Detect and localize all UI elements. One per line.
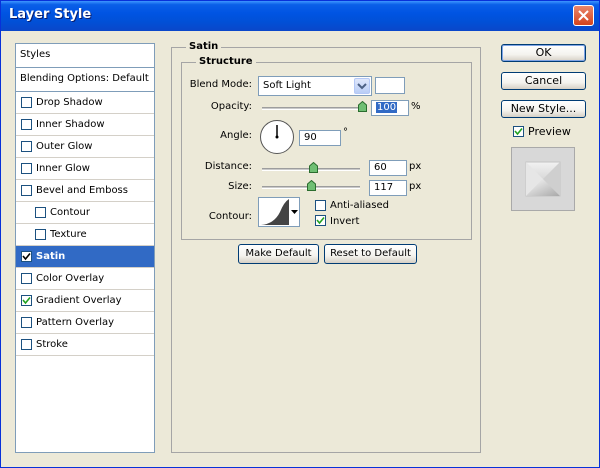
angle-dial[interactable]	[260, 120, 294, 154]
angle-input[interactable]: 90	[299, 130, 341, 146]
new-style-button[interactable]: New Style...	[501, 100, 586, 118]
gradient-overlay-checkbox[interactable]	[21, 295, 32, 306]
style-item-color-overlay[interactable]: Color Overlay	[16, 268, 154, 290]
style-item-bevel-and-emboss[interactable]: Bevel and Emboss	[16, 180, 154, 202]
color-overlay-checkbox[interactable]	[21, 273, 32, 284]
blend-mode-value: Soft Light	[263, 80, 311, 91]
dialog-body: Styles Blending Options: Default Drop Sh…	[4, 31, 596, 465]
anti-aliased-label[interactable]: Anti-aliased	[330, 200, 389, 211]
angle-indicator	[275, 125, 279, 139]
close-button[interactable]	[573, 5, 594, 26]
outer-glow-checkbox[interactable]	[21, 141, 32, 152]
title-bar[interactable]: Layer Style	[1, 1, 599, 31]
opacity-unit: %	[411, 101, 421, 112]
distance-unit: px	[409, 161, 422, 172]
satin-color-swatch[interactable]	[375, 77, 405, 94]
style-item-label: Drop Shadow	[36, 97, 103, 108]
chevron-down-icon[interactable]	[290, 198, 299, 226]
style-item-texture[interactable]: Texture	[16, 224, 154, 246]
window-title: Layer Style	[9, 7, 92, 22]
inner-glow-checkbox[interactable]	[21, 163, 32, 174]
distance-label: Distance:	[204, 161, 252, 172]
style-item-stroke[interactable]: Stroke	[16, 334, 154, 356]
style-item-label: Gradient Overlay	[36, 295, 122, 306]
pattern-overlay-checkbox[interactable]	[21, 317, 32, 328]
preview-thumbnail	[512, 148, 574, 210]
blend-mode-select[interactable]: Soft Light	[258, 76, 372, 96]
drop-shadow-checkbox[interactable]	[21, 97, 32, 108]
layer-style-window: Layer Style Styles Blending Options: Def…	[0, 0, 600, 468]
style-item-outer-glow[interactable]: Outer Glow	[16, 136, 154, 158]
bevel-and-emboss-checkbox[interactable]	[21, 185, 32, 196]
size-label: Size:	[228, 181, 252, 192]
contour-checkbox[interactable]	[35, 207, 46, 218]
stroke-checkbox[interactable]	[21, 339, 32, 350]
cancel-button[interactable]: Cancel	[501, 72, 586, 90]
preview-label[interactable]: Preview	[528, 125, 571, 138]
contour-picker[interactable]	[258, 197, 300, 227]
contour-curve-icon	[261, 199, 289, 225]
angle-unit: °	[343, 127, 348, 138]
check-icon	[514, 127, 523, 136]
chevron-down-icon[interactable]	[354, 78, 370, 94]
style-preview	[511, 147, 575, 211]
opacity-slider-thumb[interactable]	[358, 101, 367, 112]
size-slider-thumb[interactable]	[307, 180, 316, 191]
make-default-button[interactable]: Make Default	[238, 244, 319, 264]
style-item-label: Inner Glow	[36, 163, 90, 174]
contour-label: Contour:	[208, 211, 252, 222]
style-item-label: Satin	[36, 251, 66, 262]
invert-label[interactable]: Invert	[330, 216, 359, 227]
blend-mode-label: Blend Mode:	[189, 79, 252, 90]
invert-checkbox[interactable]	[315, 215, 326, 226]
style-item-label: Outer Glow	[36, 141, 93, 152]
style-item-label: Color Overlay	[36, 273, 105, 284]
style-item-satin[interactable]: Satin	[16, 246, 154, 268]
opacity-value: 100	[376, 102, 398, 113]
preview-checkbox[interactable]	[513, 126, 524, 137]
inner-shadow-checkbox[interactable]	[21, 119, 32, 130]
opacity-slider[interactable]	[262, 107, 362, 110]
style-item-inner-shadow[interactable]: Inner Shadow	[16, 114, 154, 136]
style-item-gradient-overlay[interactable]: Gradient Overlay	[16, 290, 154, 312]
style-item-label: Stroke	[36, 339, 68, 350]
style-item-inner-glow[interactable]: Inner Glow	[16, 158, 154, 180]
style-item-label: Contour	[50, 207, 90, 218]
distance-input[interactable]: 60	[369, 160, 407, 176]
close-icon	[578, 10, 589, 21]
angle-label: Angle:	[220, 130, 252, 141]
satin-title: Satin	[186, 41, 222, 52]
reset-to-default-button[interactable]: Reset to Default	[324, 244, 417, 264]
satin-checkbox[interactable]	[21, 251, 32, 262]
check-icon	[316, 216, 325, 225]
check-icon	[22, 296, 31, 305]
style-item-contour[interactable]: Contour	[16, 202, 154, 224]
opacity-input[interactable]: 100	[371, 100, 409, 116]
structure-title: Structure	[196, 56, 256, 67]
distance-slider-thumb[interactable]	[308, 162, 318, 173]
style-item-label: Texture	[50, 229, 87, 240]
style-item-label: Pattern Overlay	[36, 317, 115, 328]
blending-options-item[interactable]: Blending Options: Default	[16, 68, 154, 92]
styles-list: Styles Blending Options: Default Drop Sh…	[15, 43, 155, 453]
anti-aliased-checkbox[interactable]	[315, 200, 326, 211]
style-item-label: Bevel and Emboss	[36, 185, 128, 196]
style-item-drop-shadow[interactable]: Drop Shadow	[16, 92, 154, 114]
check-icon	[22, 252, 31, 261]
size-input[interactable]: 117	[369, 180, 407, 196]
style-item-pattern-overlay[interactable]: Pattern Overlay	[16, 312, 154, 334]
opacity-label: Opacity:	[210, 101, 252, 112]
style-item-label: Inner Shadow	[36, 119, 105, 130]
texture-checkbox[interactable]	[35, 229, 46, 240]
ok-button[interactable]: OK	[501, 44, 586, 62]
styles-header[interactable]: Styles	[16, 44, 154, 68]
size-unit: px	[409, 181, 422, 192]
